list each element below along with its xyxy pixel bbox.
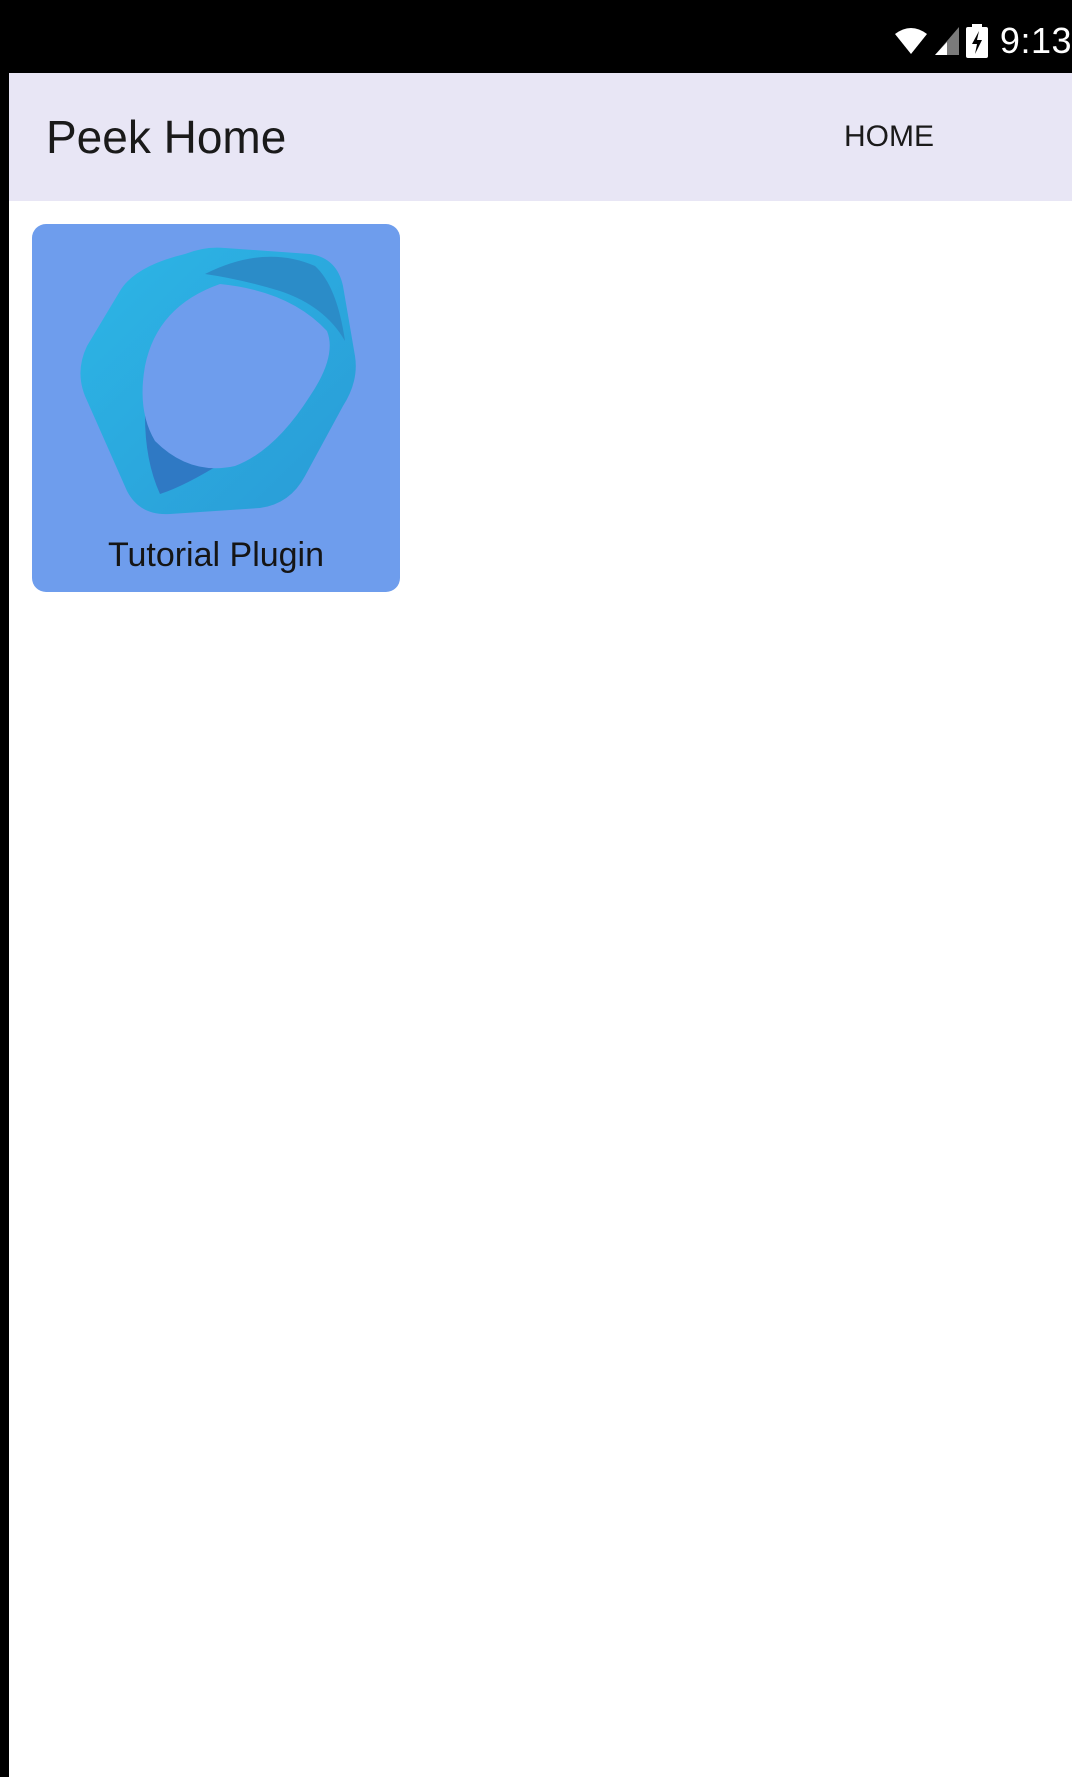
- tutorial-plugin-logo-icon: [80, 247, 356, 515]
- home-button[interactable]: HOME: [844, 73, 934, 201]
- page-title: Peek Home: [46, 111, 287, 163]
- cell-signal-icon: [934, 27, 959, 55]
- app-screen: 9:13 Peek Home HOME Tutorial Plugin: [9, 9, 1072, 1777]
- status-icons: 9:13: [894, 9, 1072, 73]
- plugin-tile-label: Tutorial Plugin: [107, 536, 325, 574]
- wifi-icon: [894, 28, 927, 54]
- plugin-grid: Tutorial Plugin: [9, 201, 1072, 1777]
- plugin-tile-tutorial[interactable]: Tutorial Plugin: [32, 224, 400, 592]
- app-toolbar: Peek Home HOME: [9, 73, 1072, 201]
- battery-charging-icon: [965, 24, 988, 58]
- status-bar: 9:13: [9, 9, 1072, 73]
- status-time: 9:13: [999, 20, 1072, 61]
